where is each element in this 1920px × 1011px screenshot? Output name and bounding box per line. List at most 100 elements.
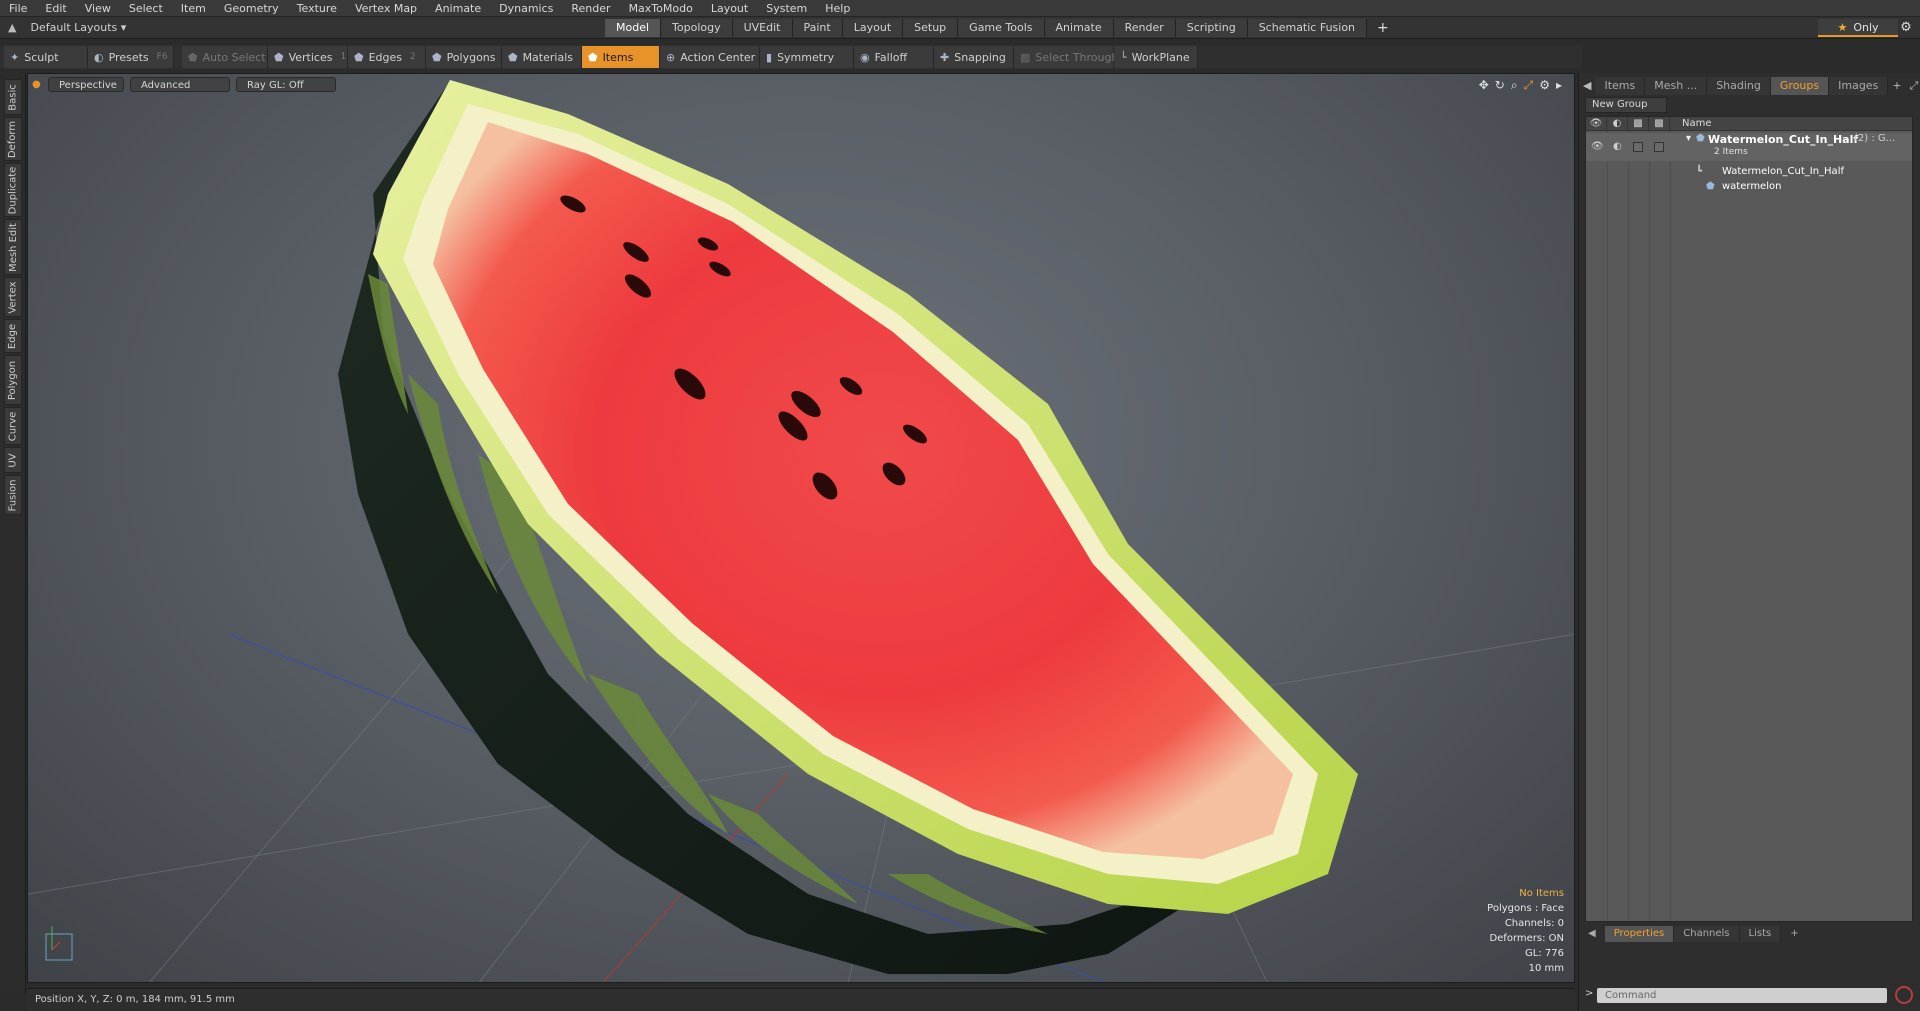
- groups-tree-header: 👁 ◐ ▩ ▩ Name: [1586, 116, 1912, 131]
- select-column-icon[interactable]: ▩: [1649, 116, 1670, 131]
- select-through-button[interactable]: ▩ Select Through: [1014, 46, 1118, 68]
- tab-images[interactable]: Images: [1829, 77, 1889, 95]
- menu-file[interactable]: File: [0, 0, 36, 17]
- menu-system[interactable]: System: [757, 0, 816, 17]
- menu-view[interactable]: View: [76, 0, 120, 17]
- vtab-mesh-edit[interactable]: Mesh Edit: [4, 219, 22, 275]
- menu-layout[interactable]: Layout: [702, 0, 757, 17]
- vtab-mesh-edit-label: Mesh Edit: [7, 222, 19, 272]
- vtab-uv-label: UV: [7, 452, 19, 468]
- add-panel-plus-icon[interactable]: +: [1888, 77, 1905, 95]
- menu-vertex-map[interactable]: Vertex Map: [346, 0, 426, 17]
- vtab-vertex[interactable]: Vertex: [4, 277, 22, 317]
- polygons-button[interactable]: ⬟ Polygons: [426, 46, 502, 68]
- vertices-button[interactable]: ⬟ Vertices 1: [268, 46, 348, 68]
- group-expand-icon[interactable]: ▾: [1686, 133, 1691, 144]
- tab-game-tools[interactable]: Game Tools: [958, 19, 1045, 37]
- group-child-row[interactable]: ⬟ watermelon: [1586, 180, 1912, 195]
- render-column-icon[interactable]: ◐: [1607, 116, 1628, 131]
- gear-icon[interactable]: ⚙: [1896, 19, 1916, 37]
- items-button[interactable]: ⬟ Items: [582, 46, 660, 68]
- group-name: Watermelon_Cut_In_Half: [1708, 133, 1859, 146]
- tab-schematic-fusion[interactable]: Schematic Fusion: [1247, 19, 1368, 37]
- only-toggle[interactable]: ★ Only: [1818, 19, 1898, 37]
- right-panel-tabs: ◀ Items Mesh ... Shading Groups Images +…: [1579, 77, 1920, 95]
- menu-help[interactable]: Help: [816, 0, 859, 17]
- vtab-fusion[interactable]: Fusion: [4, 475, 22, 515]
- auto-select-button[interactable]: ⬟ Auto Select: [182, 46, 268, 68]
- vtab-edge[interactable]: Edge: [4, 319, 22, 353]
- menu-item[interactable]: Item: [172, 0, 215, 17]
- edges-button[interactable]: ⬟ Edges 2: [348, 46, 426, 68]
- menu-render[interactable]: Render: [562, 0, 619, 17]
- presets-button[interactable]: ◐ Presets F6: [88, 46, 174, 68]
- tab-model[interactable]: Model: [605, 19, 662, 37]
- snapping-button[interactable]: ✚ Snapping: [934, 46, 1014, 68]
- action-center-button[interactable]: ⊕ Action Center: [660, 46, 760, 68]
- menu-dynamics[interactable]: Dynamics: [490, 0, 562, 17]
- tab-channels[interactable]: Channels: [1674, 926, 1740, 942]
- group-visibility-eye-icon[interactable]: 👁: [1591, 141, 1604, 152]
- group-row[interactable]: 👁 ◐ ▾ ⬟ Watermelon_Cut_In_Half (2) : G..…: [1586, 133, 1912, 161]
- lock-column-icon[interactable]: ▩: [1628, 116, 1649, 131]
- tab-items[interactable]: Items: [1595, 77, 1646, 95]
- 3d-viewport[interactable]: ● Perspective Advanced Ray GL: Off ✥ ↻ ⌕…: [27, 73, 1575, 983]
- falloff-button[interactable]: ◉ Falloff: [854, 46, 934, 68]
- command-input[interactable]: Command: [1597, 988, 1887, 1003]
- vtab-curve[interactable]: Curve: [4, 407, 22, 445]
- shading-dropdown[interactable]: Advanced: [130, 77, 230, 92]
- vtab-uv[interactable]: UV: [4, 447, 22, 473]
- tab-uvedit[interactable]: UVEdit: [732, 19, 793, 37]
- materials-button[interactable]: ⬟ Materials: [502, 46, 582, 68]
- menu-select[interactable]: Select: [120, 0, 172, 17]
- viewport-settings-icon[interactable]: ⚙: [1539, 78, 1550, 93]
- axis-gizmo: [45, 926, 73, 961]
- tab-render[interactable]: Render: [1113, 19, 1176, 37]
- tab-lists[interactable]: Lists: [1739, 926, 1782, 942]
- watermelon-render: [28, 80, 1574, 982]
- menu-maxtomodo[interactable]: MaxToModo: [620, 0, 702, 17]
- tab-mesh[interactable]: Mesh ...: [1645, 77, 1708, 95]
- vtab-polygon[interactable]: Polygon: [4, 355, 22, 405]
- rotate-icon[interactable]: ↻: [1495, 78, 1505, 93]
- popout-icon[interactable]: ⤢: [1906, 77, 1920, 95]
- tab-properties[interactable]: Properties: [1604, 926, 1675, 942]
- vtab-basic[interactable]: Basic: [4, 79, 22, 115]
- sculpt-button[interactable]: ✦ Sculpt: [4, 46, 88, 68]
- raygl-dropdown[interactable]: Ray GL: Off: [236, 77, 336, 92]
- tab-animate[interactable]: Animate: [1044, 19, 1114, 37]
- panel-menu-icon[interactable]: ◀: [1579, 77, 1595, 95]
- layout-dropdown[interactable]: ▲ Default Layouts ▾: [0, 17, 150, 39]
- fit-icon[interactable]: ⤢: [1524, 78, 1534, 93]
- viewport-menu-dot-icon[interactable]: ●: [32, 77, 42, 92]
- tab-topology[interactable]: Topology: [661, 19, 733, 37]
- add-properties-tab-plus-icon[interactable]: +: [1781, 926, 1807, 942]
- properties-menu-icon[interactable]: ◀: [1579, 926, 1605, 942]
- group-select-checkbox[interactable]: [1654, 142, 1664, 152]
- tab-paint[interactable]: Paint: [792, 19, 843, 37]
- pan-icon[interactable]: ✥: [1479, 78, 1489, 93]
- vtab-duplicate[interactable]: Duplicate: [4, 163, 22, 217]
- menu-geometry[interactable]: Geometry: [215, 0, 288, 17]
- symmetry-button[interactable]: ▮ Symmetry: [760, 46, 854, 68]
- tab-scripting[interactable]: Scripting: [1175, 19, 1248, 37]
- group-child-row[interactable]: ┗ Watermelon_Cut_In_Half: [1586, 165, 1912, 180]
- menu-animate[interactable]: Animate: [426, 0, 490, 17]
- tab-layout[interactable]: Layout: [842, 19, 904, 37]
- group-lock-checkbox[interactable]: [1633, 142, 1643, 152]
- add-tab-plus-icon[interactable]: +: [1367, 19, 1399, 37]
- menu-edit[interactable]: Edit: [36, 0, 75, 17]
- new-group-button[interactable]: New Group: [1585, 97, 1667, 113]
- tab-setup[interactable]: Setup: [903, 19, 959, 37]
- expand-arrow-icon[interactable]: ▸: [1556, 78, 1562, 93]
- menu-texture[interactable]: Texture: [288, 0, 346, 17]
- command-history-button[interactable]: [1895, 986, 1913, 1004]
- group-render-icon[interactable]: ◐: [1613, 141, 1622, 152]
- vtab-deform[interactable]: Deform: [4, 117, 22, 161]
- view-type-dropdown[interactable]: Perspective: [48, 77, 124, 92]
- zoom-icon[interactable]: ⌕: [1511, 78, 1518, 93]
- workplane-button[interactable]: └ WorkPlane: [1114, 46, 1198, 68]
- tab-groups[interactable]: Groups: [1770, 77, 1830, 95]
- visibility-column-eye-icon[interactable]: 👁: [1586, 116, 1607, 131]
- tab-shading[interactable]: Shading: [1707, 77, 1771, 95]
